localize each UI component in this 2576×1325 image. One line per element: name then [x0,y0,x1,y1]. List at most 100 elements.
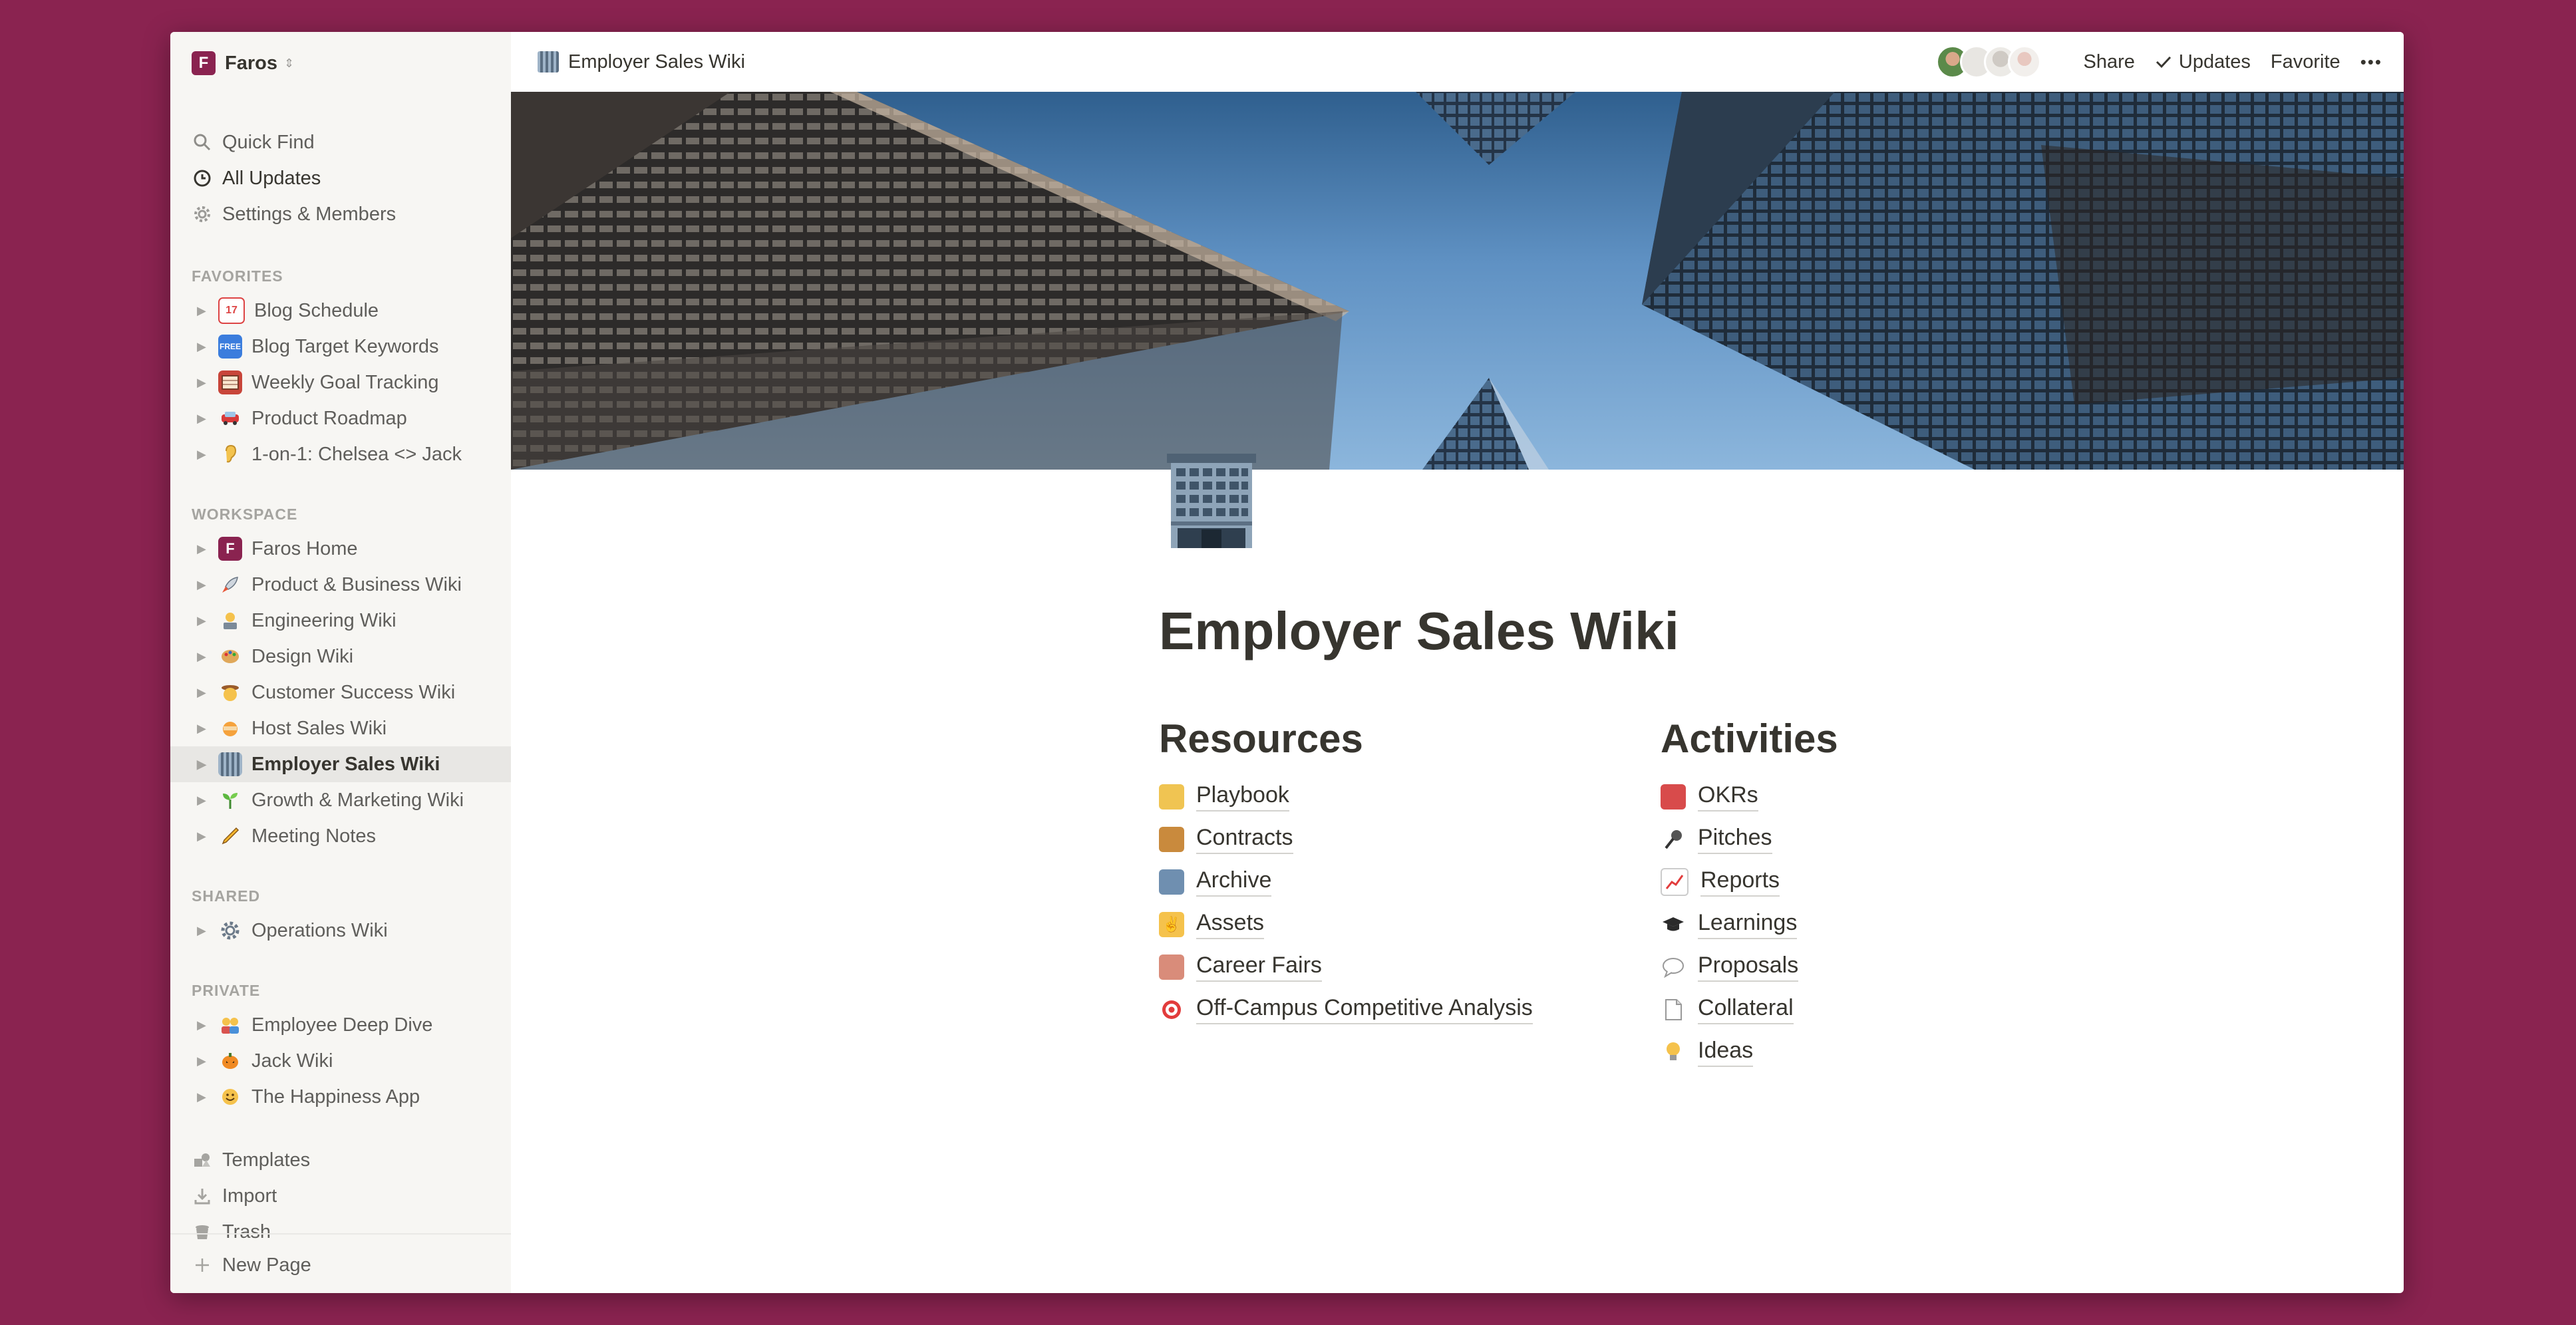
sidebar-item-employee-deep-dive[interactable]: ▶ Employee Deep Dive [170,1007,511,1043]
avatar[interactable] [2007,45,2041,78]
expand-triangle-icon[interactable]: ▶ [197,686,212,700]
expand-triangle-icon[interactable]: ▶ [197,578,212,592]
expand-triangle-icon[interactable]: ▶ [197,614,212,628]
link-label: OKRs [1698,782,1758,811]
sidebar-item-1on1[interactable]: ▶ 1-on-1: Chelsea <> Jack [170,436,511,472]
palette-icon [218,645,242,668]
sidebar-item-faros-home[interactable]: ▶ F Faros Home [170,531,511,567]
car-icon [218,406,242,430]
sidebar-item-label: Jack Wiki [251,1050,333,1072]
quick-find-label: Quick Find [222,131,315,153]
new-page-button[interactable]: New Page [170,1245,511,1285]
expand-triangle-icon[interactable]: ▶ [197,1018,212,1032]
sidebar-item-engineering-wiki[interactable]: ▶ Engineering Wiki [170,603,511,639]
link-career-fairs[interactable]: Career Fairs [1159,949,1322,986]
expand-triangle-icon[interactable]: ▶ [197,304,212,318]
people-icon [218,1013,242,1037]
cover-image[interactable] [511,92,2404,470]
sidebar-item-jack-wiki[interactable]: ▶ Jack Wiki [170,1043,511,1079]
import-button[interactable]: Import [170,1178,511,1214]
sidebar-item-design-wiki[interactable]: ▶ Design Wiki [170,639,511,674]
link-pitches[interactable]: Pitches [1661,821,1772,858]
link-playbook[interactable]: Playbook [1159,778,1289,815]
collaborator-avatars[interactable] [1935,45,2041,78]
sidebar-item-label: Blog Target Keywords [251,335,439,357]
office-building-icon [218,752,242,776]
updates-button[interactable]: Updates [2155,51,2251,73]
link-label: Collateral [1698,995,1794,1024]
sidebar-item-host-sales-wiki[interactable]: ▶ Host Sales Wiki [170,710,511,746]
expand-triangle-icon[interactable]: ▶ [197,448,212,462]
expand-triangle-icon[interactable]: ▶ [197,542,212,556]
expand-triangle-icon[interactable]: ▶ [197,794,212,808]
target-icon [1159,997,1184,1022]
expand-triangle-icon[interactable]: ▶ [197,758,212,772]
sidebar-item-product-business-wiki[interactable]: ▶ Product & Business Wiki [170,567,511,603]
more-options-icon[interactable]: ••• [2360,52,2382,73]
workspace-section-label: WORKSPACE [192,506,298,523]
link-label: Off-Campus Competitive Analysis [1196,995,1533,1024]
link-contracts[interactable]: Contracts [1159,821,1293,858]
microphone-icon [1661,827,1686,852]
workspace-switcher[interactable]: F Faros ⇕ [192,48,294,78]
sidebar-item-growth-marketing-wiki[interactable]: ▶ Growth & Marketing Wiki [170,782,511,818]
sidebar-item-label: Product & Business Wiki [251,573,462,595]
expand-triangle-icon[interactable]: ▶ [197,924,212,938]
sidebar-item-label: Customer Success Wiki [251,681,456,703]
all-updates-button[interactable]: All Updates [170,160,511,196]
sidebar-item-label: Faros Home [251,537,358,559]
trash-button[interactable]: Trash [170,1214,511,1250]
link-collateral[interactable]: Collateral [1661,991,1794,1028]
link-label: Archive [1196,867,1272,897]
expand-triangle-icon[interactable]: ▶ [197,376,212,390]
light-bulb-icon [1661,1040,1686,1065]
sidebar-item-blog-target-keywords[interactable]: ▶ FREE Blog Target Keywords [170,329,511,365]
link-off-campus-competitive-analysis[interactable]: Off-Campus Competitive Analysis [1159,991,1533,1028]
import-icon [192,1187,213,1205]
expand-triangle-icon[interactable]: ▶ [197,829,212,843]
link-ideas[interactable]: Ideas [1661,1034,1754,1071]
settings-members-button[interactable]: Settings & Members [170,196,511,232]
search-icon [192,133,213,152]
trash-icon [192,1223,213,1241]
sidebar-item-meeting-notes[interactable]: ▶ Meeting Notes [170,818,511,854]
link-label: Assets [1196,910,1265,939]
smile-icon [218,1085,242,1109]
sidebar-item-label: Host Sales Wiki [251,717,387,739]
templates-label: Templates [222,1149,311,1171]
sidebar-item-weekly-goal-tracking[interactable]: ▶ Weekly Goal Tracking [170,365,511,400]
quick-find-button[interactable]: Quick Find [170,124,511,160]
link-reports[interactable]: Reports [1661,863,1780,901]
sidebar-item-happiness-app[interactable]: ▶ The Happiness App [170,1079,511,1115]
page-icon-office-building[interactable] [1162,450,1261,549]
clock-icon [192,169,213,188]
expand-triangle-icon[interactable]: ▶ [197,1090,212,1104]
link-assets[interactable]: ✌ Assets [1159,906,1265,943]
breadcrumb[interactable]: Employer Sales Wiki [538,51,745,73]
expand-triangle-icon[interactable]: ▶ [197,650,212,664]
sidebar-item-product-roadmap[interactable]: ▶ Product Roadmap [170,400,511,436]
page-title[interactable]: Employer Sales Wiki [1159,601,1679,662]
sidebar-item-label: Engineering Wiki [251,609,397,631]
favorite-button[interactable]: Favorite [2271,51,2340,73]
link-okrs[interactable]: OKRs [1661,778,1758,815]
templates-button[interactable]: Templates [170,1142,511,1178]
share-button[interactable]: Share [2084,51,2135,73]
expand-triangle-icon[interactable]: ▶ [197,722,212,736]
expand-triangle-icon[interactable]: ▶ [197,340,212,354]
breadcrumb-title: Employer Sales Wiki [568,51,745,73]
expand-triangle-icon[interactable]: ▶ [197,1054,212,1068]
link-proposals[interactable]: Proposals [1661,949,1799,986]
expand-triangle-icon[interactable]: ▶ [197,412,212,426]
pencil-icon [218,824,242,848]
link-archive[interactable]: Archive [1159,863,1272,901]
sidebar-item-customer-success-wiki[interactable]: ▶ Customer Success Wiki [170,674,511,710]
app-window: F Faros ⇕ Quick Find All Updates Setting… [170,32,2404,1293]
folder-icon [1159,869,1184,895]
sidebar-item-employer-sales-wiki[interactable]: ▶ Employer Sales Wiki [170,746,511,782]
sidebar-divider [170,1233,511,1235]
sidebar-item-operations-wiki[interactable]: ▶ Operations Wiki [170,913,511,949]
sidebar-item-blog-schedule[interactable]: ▶ 17 Blog Schedule [170,293,511,329]
resources-heading: Resources [1159,716,1363,761]
link-learnings[interactable]: Learnings [1661,906,1798,943]
